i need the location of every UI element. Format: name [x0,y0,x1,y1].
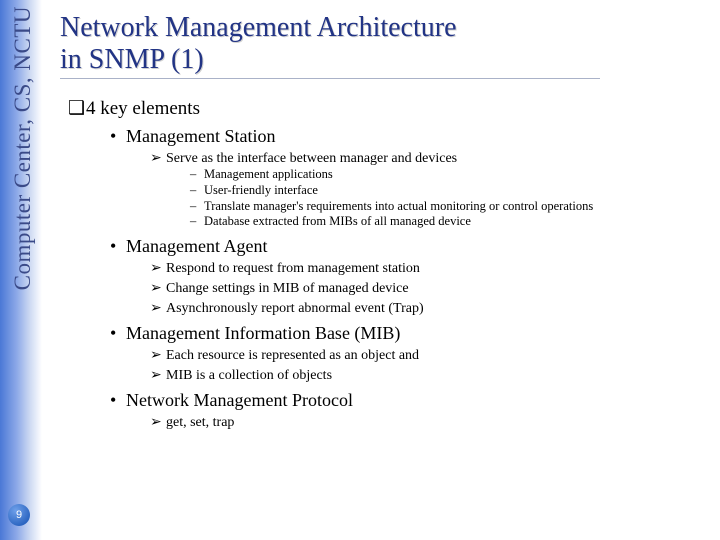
lvl2-item: •Management Agent [110,236,710,257]
lvl4-item: –Translate manager's requirements into a… [190,199,710,215]
lvl4-text: Management applications [204,167,333,181]
content-area: Network Management Architecture in SNMP … [60,12,710,431]
bullet-icon: • [110,236,126,257]
lvl3-item: ➢Asynchronously report abnormal event (T… [150,299,710,317]
arrow-icon: ➢ [150,149,166,166]
lvl4-text: Database extracted from MIBs of all mana… [204,214,471,228]
lvl4-item: –User-friendly interface [190,183,710,199]
lvl2-item: •Network Management Protocol [110,390,710,411]
lvl2-label: Management Station [126,126,275,146]
dash-icon: – [190,167,204,183]
slide: Computer Center, CS, NCTU 9 Network Mana… [0,0,720,540]
lvl2-item: •Management Station [110,126,710,147]
dash-icon: – [190,214,204,230]
lvl3-item: ➢Each resource is represented as an obje… [150,346,710,364]
dash-icon: – [190,183,204,199]
arrow-icon: ➢ [150,259,166,276]
lvl1-text: 4 key elements [86,98,200,119]
sidebar-label: Computer Center, CS, NCTU [10,6,36,290]
lvl3-item: ➢get, set, trap [150,413,710,431]
square-bullet-icon: ❑ [68,97,86,120]
bullet-icon: • [110,126,126,147]
lvl4-text: User-friendly interface [204,183,318,197]
arrow-icon: ➢ [150,366,166,383]
lvl4-item: –Management applications [190,167,710,183]
slide-title: Network Management Architecture in SNMP … [60,12,710,76]
body: ❑4 key elements •Management Station ➢Ser… [60,97,710,431]
arrow-icon: ➢ [150,346,166,363]
lvl2-item: •Management Information Base (MIB) [110,323,710,344]
title-line-1: Network Management Architecture [60,12,457,43]
lvl3-item: ➢Change settings in MIB of managed devic… [150,279,710,297]
lvl4-item: –Database extracted from MIBs of all man… [190,214,710,230]
arrow-icon: ➢ [150,279,166,296]
lvl2-label: Network Management Protocol [126,390,353,410]
lvl4-text: Translate manager's requirements into ac… [204,199,593,213]
bullet-icon: • [110,390,126,411]
arrow-icon: ➢ [150,299,166,316]
lvl3-item: ➢MIB is a collection of objects [150,366,710,384]
lvl1-heading: ❑4 key elements [68,97,710,120]
lvl3-text: MIB is a collection of objects [166,368,332,383]
lvl3-text: Change settings in MIB of managed device [166,281,409,296]
lvl3-item: ➢Serve as the interface between manager … [150,149,710,167]
dash-icon: – [190,199,204,215]
lvl2-label: Management Agent [126,236,267,256]
title-line-2: in SNMP (1) [60,44,204,75]
lvl3-text: Each resource is represented as an objec… [166,348,419,363]
lvl3-text: Respond to request from management stati… [166,261,420,276]
sidebar-gradient: Computer Center, CS, NCTU [0,0,42,540]
title-underline [60,78,600,79]
bullet-icon: • [110,323,126,344]
page-number-badge: 9 [8,504,30,526]
arrow-icon: ➢ [150,413,166,430]
lvl3-text: Asynchronously report abnormal event (Tr… [166,301,424,316]
lvl3-text: get, set, trap [166,415,234,430]
lvl3-text: Serve as the interface between manager a… [166,151,457,166]
lvl2-label: Management Information Base (MIB) [126,323,400,343]
lvl3-item: ➢Respond to request from management stat… [150,259,710,277]
